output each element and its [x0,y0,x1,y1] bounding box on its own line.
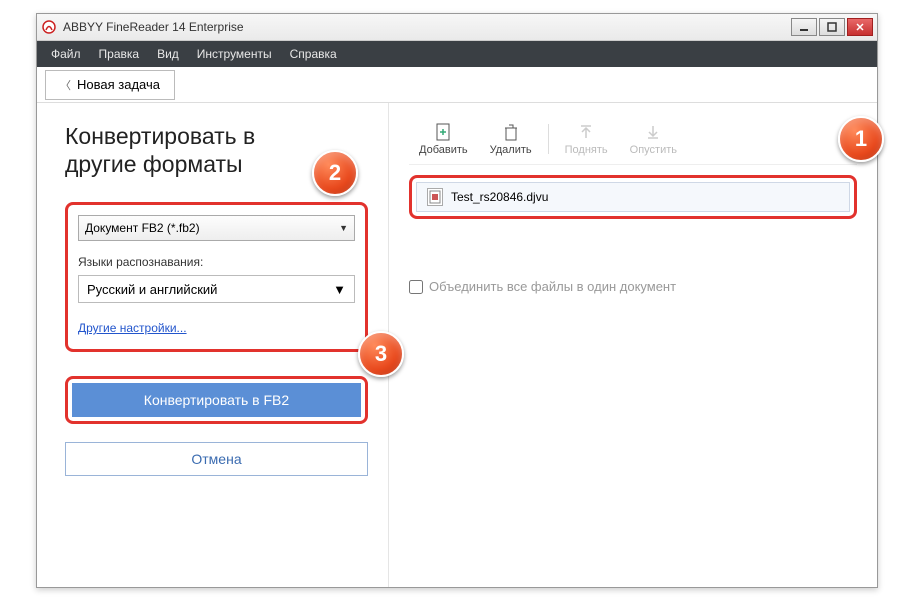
minimize-button[interactable] [791,18,817,36]
annotation-badge-2: 2 [312,150,358,196]
add-button[interactable]: Добавить [409,118,478,160]
body-area: Конвертировать в другие форматы Документ… [37,103,877,587]
file-row[interactable]: Test_rs20846.djvu [416,182,850,212]
lang-dropdown[interactable]: Русский и английский ▼ [78,275,355,303]
chevron-left-icon: 〈 [60,77,71,93]
menu-tools[interactable]: Инструменты [189,43,280,65]
window-controls [791,18,873,36]
annotation-badge-3: 3 [358,331,404,377]
right-panel: Добавить Удалить Поднять Опустить [389,103,877,587]
menu-view[interactable]: Вид [149,43,187,65]
chevron-down-icon: ▼ [333,282,346,297]
separator [548,124,549,154]
lang-label: Языки распознавания: [78,255,355,269]
arrow-down-icon [644,122,662,142]
delete-button[interactable]: Удалить [480,118,542,160]
right-toolbar: Добавить Удалить Поднять Опустить [409,113,857,165]
arrow-up-icon [577,122,595,142]
document-icon [427,188,443,206]
convert-button[interactable]: Конвертировать в FB2 [72,383,361,417]
trash-icon [502,122,520,142]
toolbar-row: 〈 Новая задача [37,67,877,103]
convert-block: Конвертировать в FB2 [65,376,368,424]
titlebar-text: ABBYY FineReader 14 Enterprise [63,20,791,34]
merge-label: Объединить все файлы в один документ [429,279,676,294]
file-list-block: Test_rs20846.djvu [409,175,857,219]
menu-help[interactable]: Справка [282,43,345,65]
more-settings-link[interactable]: Другие настройки... [78,321,187,335]
merge-checkbox[interactable] [409,280,423,294]
merge-checkbox-row: Объединить все файлы в один документ [409,279,857,294]
move-up-button[interactable]: Поднять [555,118,618,160]
menu-edit[interactable]: Правка [91,43,148,65]
maximize-button[interactable] [819,18,845,36]
settings-block: Документ FB2 (*.fb2) ▼ Языки распознаван… [65,202,368,352]
file-name: Test_rs20846.djvu [451,190,548,204]
titlebar: ABBYY FineReader 14 Enterprise [37,14,877,41]
menubar: Файл Правка Вид Инструменты Справка [37,41,877,67]
close-button[interactable] [847,18,873,36]
menu-file[interactable]: Файл [43,43,89,65]
add-file-icon [434,122,452,142]
chevron-down-icon: ▼ [339,223,348,233]
format-dropdown[interactable]: Документ FB2 (*.fb2) ▼ [78,215,355,241]
new-task-label: Новая задача [77,77,160,92]
app-window: ABBYY FineReader 14 Enterprise Файл Прав… [36,13,878,588]
cancel-button[interactable]: Отмена [65,442,368,476]
format-value: Документ FB2 (*.fb2) [85,221,200,235]
annotation-badge-1: 1 [838,116,884,162]
move-down-button[interactable]: Опустить [620,118,687,160]
app-icon [41,19,57,35]
lang-value: Русский и английский [87,282,217,297]
new-task-button[interactable]: 〈 Новая задача [45,70,175,100]
